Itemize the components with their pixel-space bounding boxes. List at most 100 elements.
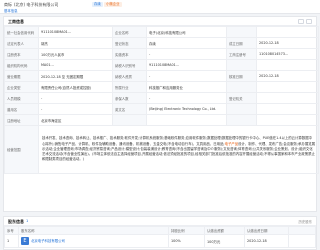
field-label: 参保人数: [112, 92, 147, 104]
status-badge: 存续: [92, 2, 103, 7]
info-row: 企业类型 有限责任公司(自然人投资或控股) 所属行业 科技推广和应用服务业: [4, 81, 319, 93]
field-value: -: [146, 92, 227, 104]
col-name: 股东名称: [18, 226, 169, 235]
field-value: 110108014573...: [256, 48, 319, 60]
field-label: [112, 114, 147, 126]
field-label: 纳税人资质: [112, 70, 147, 82]
field-label: 核准日期: [226, 70, 257, 82]
field-label: 实缴资本: [112, 48, 147, 60]
field-value: [256, 114, 319, 126]
col-extra: [288, 226, 316, 235]
field-label: 企业类型: [4, 81, 39, 93]
top-bar: 商标 (北京) 电子科技有限公司 存续 小微企业 基本信息: [0, 0, 320, 14]
info-row: 法定代表人 胡杰 登记状态 存续 成立日期 2020-12-18: [4, 37, 319, 49]
field-value: 科技推广和应用服务业: [146, 81, 227, 93]
field-label: 营业期限: [4, 70, 39, 82]
col-ratio: 持股比例: [168, 226, 205, 235]
col-index: 序号: [4, 226, 19, 235]
field-value: [256, 92, 319, 104]
field-value: -: [38, 103, 113, 115]
business-info-header: 工商信息: [4, 17, 316, 26]
header-controls: [298, 19, 312, 24]
field-value: [256, 81, 319, 93]
field-value: 91110108MA01...: [146, 59, 227, 71]
row-name-cell: E 北京电子科技有限公司: [18, 234, 169, 248]
row-date: 2020-12-18: [244, 234, 289, 248]
field-label: [226, 81, 257, 93]
field-value: 存续: [146, 37, 227, 49]
info-row: 注册地址 北京市海淀区: [4, 114, 319, 126]
col-date: 认缴出资日期: [244, 226, 289, 235]
field-value: -: [146, 70, 227, 82]
download-icon[interactable]: [306, 19, 312, 24]
field-label: 曾用名: [4, 103, 39, 115]
field-value: -: [146, 48, 227, 60]
field-label: 组织机构代码: [4, 59, 39, 71]
shareholder-header-row: 序号 股东名称 持股比例 认缴出资额 认缴出资日期: [4, 226, 316, 235]
info-row: 注册资本 100万元人民币 实缴资本 - 工商注册号 110108014573...: [4, 48, 319, 60]
info-row: 组织机构代码 MA01... 纳税人识别号 91110108MA01...: [4, 59, 319, 71]
company-title-main: (北京) 电子科技有限公司: [14, 1, 59, 7]
business-info-card: 工商信息 统一社会信用代码 91110108MA01... 企业名称 电子(北京)科技…: [3, 16, 319, 212]
field-value: [256, 103, 319, 115]
shareholder-card: 股东信息 1 历史股东 序号 股东名称 持股比例 认缴出资额 认缴出资日期 1 …: [3, 216, 317, 250]
info-row: 营业期限 2020-12-18 至 无固定期限 纳税人资质 - 核准日期 2020-12-…: [4, 70, 319, 82]
scope-label: 经营范围: [4, 125, 39, 174]
copy-icon[interactable]: [298, 19, 304, 24]
field-value: -: [38, 92, 113, 104]
field-value: 2020-12-18: [256, 70, 319, 82]
field-value: 2020-12-18: [256, 37, 319, 49]
scope-value: 技术开发、技术咨询、技术转让、技术推广、技术服务;软件开发;计算机系统服务;基础…: [38, 125, 319, 174]
history-link[interactable]: 历史股东: [298, 219, 312, 224]
field-value: [146, 114, 227, 126]
field-label: 登记机关: [226, 92, 257, 104]
field-value: MA01...: [38, 59, 113, 71]
row-extra: [288, 234, 316, 248]
field-value: 胡杰: [38, 37, 113, 49]
business-info-title: 工商信息: [8, 19, 24, 24]
info-row: 统一社会信用代码 91110108MA01... 企业名称 电子(北京)科技有限公司: [4, 26, 319, 38]
field-label: [226, 114, 257, 126]
field-value: 100万元人民币: [38, 48, 113, 60]
row-index: 1: [4, 234, 19, 248]
shareholder-header: 股东信息 1 历史股东: [4, 217, 316, 226]
scope-highlight: 电子产品: [224, 141, 239, 146]
tab-basic-info[interactable]: 基本信息: [4, 8, 18, 13]
field-label: 注册地址: [4, 114, 39, 126]
field-label: 企业名称: [112, 26, 147, 38]
field-label: 法定代表人: [4, 37, 39, 49]
tag-badge: 小微企业: [104, 2, 122, 7]
field-label: 英文名: [112, 103, 147, 115]
field-label: 注册资本: [4, 48, 39, 60]
table-row[interactable]: 1 E 北京电子科技有限公司 100% 100万元 2020-12-18: [4, 234, 316, 248]
field-label: [226, 26, 257, 38]
field-label: 人员规模: [4, 92, 39, 104]
shareholder-count: 1: [26, 219, 29, 223]
business-info-table: 统一社会信用代码 91110108MA01... 企业名称 电子(北京)科技有限公司法…: [4, 26, 319, 174]
row-amount: 100万元: [204, 234, 245, 248]
info-row: 人员规模 - 参保人数 - 登记机关: [4, 92, 319, 104]
field-label: [226, 59, 257, 71]
company-title: 商标 (北京) 电子科技有限公司: [4, 2, 58, 7]
field-value: 有限责任公司(自然人投资或控股): [38, 81, 113, 93]
field-value: [256, 26, 319, 38]
field-value: 电子(北京)科技有限公司: [146, 26, 227, 38]
company-logo-icon: E: [21, 237, 29, 245]
row-ratio: 100%: [168, 234, 205, 248]
field-value: 2020-12-18 至 无固定期限: [38, 70, 113, 82]
field-value: (Beijing) Electronic Technology Co., Ltd…: [146, 103, 227, 115]
field-value: 北京市海淀区: [38, 114, 113, 126]
field-label: 工商注册号: [226, 48, 257, 60]
field-label: 所属行业: [112, 81, 147, 93]
field-label: 统一社会信用代码: [4, 26, 39, 38]
field-label: [226, 103, 257, 115]
company-title-prefix: 商标: [4, 1, 12, 7]
field-label: 登记状态: [112, 37, 147, 49]
field-value: [256, 59, 319, 71]
field-value: 91110108MA01...: [38, 26, 113, 38]
field-label: 成立日期: [226, 37, 257, 49]
shareholder-title: 股东信息: [8, 219, 24, 224]
info-row: 曾用名 - 英文名 (Beijing) Electronic Technology C…: [4, 103, 319, 115]
col-amount: 认缴出资额: [204, 226, 245, 235]
shareholder-table: 序号 股东名称 持股比例 认缴出资额 认缴出资日期 1 E 北京电子科技有限公司 …: [4, 226, 316, 248]
